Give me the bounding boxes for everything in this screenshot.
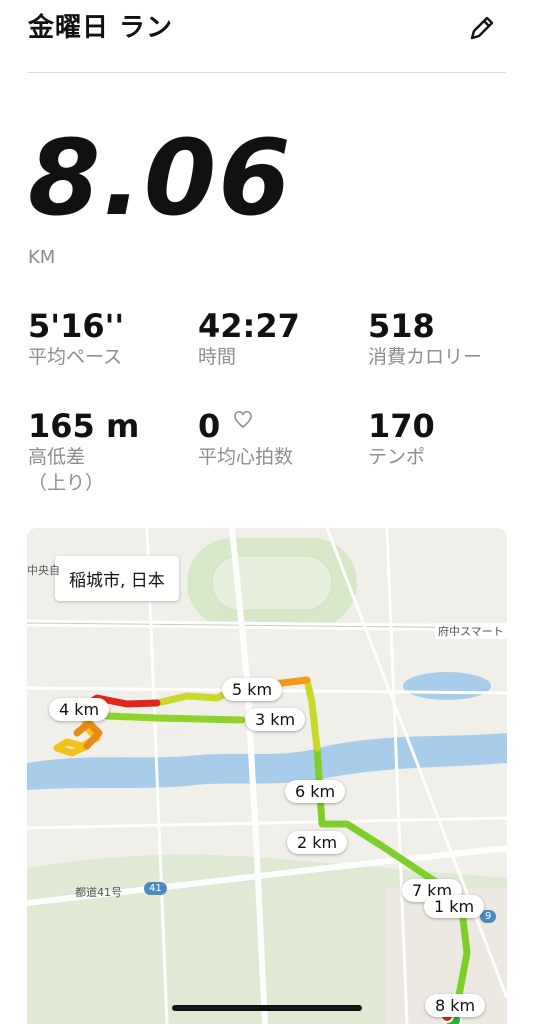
home-indicator[interactable] bbox=[172, 1005, 362, 1011]
km-marker-8: 8 km bbox=[425, 994, 486, 1017]
header-divider bbox=[28, 72, 506, 73]
heart-outline-icon bbox=[234, 410, 253, 429]
stat-value-row: 0 bbox=[198, 408, 358, 444]
stat-label: テンポ bbox=[368, 446, 426, 468]
stat-value: 0 bbox=[198, 407, 221, 445]
map-canvas bbox=[27, 528, 507, 1024]
stat-elevation: 165 m 高低差 （上り） bbox=[28, 408, 188, 496]
stat-calories: 518 消費カロリー bbox=[368, 308, 528, 370]
route-badge: 41 bbox=[144, 882, 167, 895]
stat-value: 42:27 bbox=[198, 307, 300, 345]
km-marker-1: 1 km bbox=[424, 895, 485, 918]
stat-label: 平均ペース bbox=[28, 346, 123, 368]
stadium-track bbox=[211, 555, 333, 611]
stat-label: 時間 bbox=[198, 346, 237, 368]
distance-unit: KM bbox=[28, 247, 56, 268]
km-marker-6: 6 km bbox=[285, 780, 346, 803]
pond bbox=[403, 672, 491, 700]
km-marker-2: 2 km bbox=[287, 831, 348, 854]
stat-heart-rate: 0 平均心拍数 bbox=[198, 408, 358, 470]
river bbox=[27, 733, 507, 790]
km-marker-5: 5 km bbox=[222, 678, 283, 701]
route-map[interactable]: 稲城市, 日本 中央自 府中スマート 都道41号 41 9 4 km 5 km … bbox=[27, 528, 507, 1024]
stat-label: 平均心拍数 bbox=[198, 446, 294, 468]
road-label: 中央自 bbox=[27, 564, 60, 577]
activity-title: 金曜日 ラン bbox=[28, 13, 174, 43]
map-place-label: 稲城市, 日本 bbox=[55, 556, 179, 601]
road-label: 府中スマート bbox=[435, 623, 507, 639]
stat-pace: 5'16'' 平均ペース bbox=[28, 308, 188, 370]
stat-value: 518 bbox=[368, 307, 435, 345]
road-label: 都道41号 bbox=[75, 886, 122, 899]
stat-label: 消費カロリー bbox=[368, 346, 483, 368]
pencil-icon[interactable] bbox=[466, 12, 498, 44]
stat-value: 170 bbox=[368, 407, 435, 445]
stat-cadence: 170 テンポ bbox=[368, 408, 528, 470]
header: 金曜日 ラン bbox=[28, 8, 506, 48]
km-marker-4: 4 km bbox=[49, 698, 110, 721]
stat-label: 高低差 （上り） bbox=[28, 446, 105, 494]
stat-value: 165 m bbox=[28, 407, 140, 445]
distance-value: 8.06 bbox=[28, 117, 293, 239]
stat-value: 5'16'' bbox=[28, 307, 125, 345]
km-marker-3: 3 km bbox=[245, 708, 306, 731]
stat-time: 42:27 時間 bbox=[198, 308, 358, 370]
